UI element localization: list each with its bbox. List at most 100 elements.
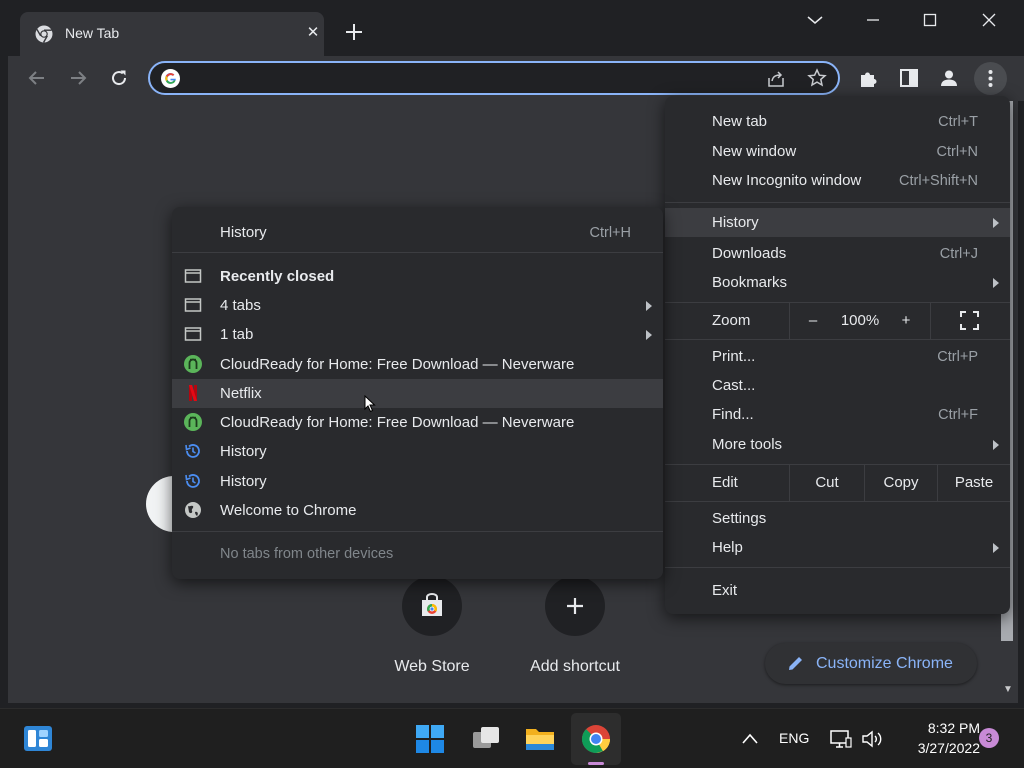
shortcut-web-store[interactable]: Web Store: [372, 576, 492, 686]
fullscreen-icon[interactable]: [960, 311, 979, 330]
menu-item-help[interactable]: Help: [665, 533, 1010, 562]
volume-icon[interactable]: [860, 728, 884, 750]
share-icon[interactable]: [766, 69, 786, 89]
recently-closed-item[interactable]: History: [172, 467, 663, 496]
menu-item-label: History: [220, 473, 267, 490]
add-shortcut-tile: [545, 576, 605, 636]
tab-new-tab[interactable]: New Tab ✕: [20, 12, 324, 56]
menu-item-cast[interactable]: Cast...: [665, 371, 1010, 400]
menu-item-shortcut: Ctrl+N: [936, 144, 979, 160]
history-icon: [185, 444, 200, 458]
zoom-out-button[interactable]: –: [790, 302, 836, 339]
chrome-main-menu: New tab Ctrl+T New window Ctrl+N New Inc…: [665, 96, 1010, 614]
language-indicator[interactable]: ENG: [779, 730, 809, 746]
menu-item-label: 4 tabs: [220, 297, 261, 314]
menu-item-find[interactable]: Find... Ctrl+F: [665, 400, 1010, 429]
menu-item-label: History: [712, 214, 759, 231]
menu-item-label: New tab: [712, 113, 768, 130]
menu-separator: [172, 531, 663, 532]
recently-closed-label: Recently closed: [220, 268, 335, 285]
recently-closed-item[interactable]: CloudReady for Home: Free Download — Nev…: [172, 350, 663, 379]
widgets-icon[interactable]: [21, 722, 55, 756]
network-icon[interactable]: [829, 728, 853, 750]
menu-item-settings[interactable]: Settings: [665, 504, 1010, 533]
menu-item-label: History: [220, 443, 267, 460]
cut-button[interactable]: Cut: [790, 464, 864, 501]
menu-item-print[interactable]: Print... Ctrl+P: [665, 342, 1010, 371]
tab-strip: New Tab ✕: [8, 0, 1024, 56]
menu-item-label: New Incognito window: [712, 172, 862, 189]
recently-closed-item[interactable]: 1 tab: [172, 320, 663, 349]
menu-item-history[interactable]: History: [665, 208, 1010, 237]
recently-closed-item[interactable]: History: [172, 437, 663, 466]
zoom-in-button[interactable]: +: [884, 302, 928, 339]
minimize-icon[interactable]: [853, 8, 893, 32]
submenu-arrow-icon: [993, 543, 999, 553]
menu-separator: [665, 202, 1010, 203]
menu-item-label: Help: [712, 539, 743, 556]
new-tab-plus-icon[interactable]: [343, 21, 365, 43]
extensions-puzzle-icon[interactable]: [857, 66, 881, 90]
back-icon[interactable]: [25, 66, 49, 90]
screen: New Tab ✕ ▼ Web Store Add shortcut Custo…: [0, 0, 1024, 768]
mouse-cursor-icon: [364, 395, 376, 413]
menu-item-more-tools[interactable]: More tools: [665, 430, 1010, 459]
task-view-icon[interactable]: [469, 722, 503, 756]
plus-icon: [567, 598, 583, 614]
address-bar[interactable]: [148, 61, 840, 95]
clock-time[interactable]: 8:32 PM: [890, 720, 980, 736]
menu-separator: [172, 252, 663, 253]
recently-closed-item[interactable]: Netflix: [172, 379, 663, 408]
menu-item-bookmarks[interactable]: Bookmarks: [665, 268, 1010, 297]
chevron-up-icon[interactable]: [740, 730, 760, 748]
reload-icon[interactable]: [107, 66, 131, 90]
google-g-icon: [161, 69, 180, 88]
notification-badge[interactable]: 3: [979, 728, 999, 748]
menu-item-label: Downloads: [712, 245, 787, 262]
scroll-down-arrow-icon[interactable]: ▼: [1003, 685, 1013, 695]
paste-button[interactable]: Paste: [938, 464, 1010, 501]
clock-date[interactable]: 3/27/2022: [890, 740, 980, 756]
shortcut-label: Add shortcut: [530, 658, 620, 675]
taskbar-chrome-icon[interactable]: [579, 722, 613, 756]
file-explorer-icon[interactable]: [523, 722, 557, 756]
menu-item-label: 1 tab: [220, 326, 254, 343]
menu-item-exit[interactable]: Exit: [665, 576, 1010, 605]
forward-icon[interactable]: [66, 66, 90, 90]
menu-item-new-window[interactable]: New window Ctrl+N: [665, 137, 1010, 166]
window-icon: [184, 269, 202, 283]
customize-chrome-button[interactable]: Customize Chrome: [765, 643, 977, 684]
menu-item-new-tab[interactable]: New tab Ctrl+T: [665, 107, 1010, 136]
window-icon: [184, 327, 202, 341]
no-other-devices-note: No tabs from other devices: [172, 539, 663, 568]
profile-avatar-icon[interactable]: [937, 66, 961, 90]
menu-item-downloads[interactable]: Downloads Ctrl+J: [665, 239, 1010, 268]
toolbar: [8, 56, 1024, 101]
close-window-icon[interactable]: [969, 8, 1009, 32]
three-dots-icon: [988, 70, 993, 87]
tab-title: New Tab: [65, 25, 120, 41]
chrome-menu-button[interactable]: [974, 62, 1007, 95]
neverware-icon: [184, 413, 202, 431]
maximize-icon[interactable]: [910, 8, 950, 32]
recently-closed-item[interactable]: Welcome to Chrome: [172, 496, 663, 525]
recently-closed-item[interactable]: 4 tabs: [172, 291, 663, 320]
address-input[interactable]: [190, 68, 750, 88]
windows-start-icon[interactable]: [413, 722, 447, 756]
shortcut-add[interactable]: Add shortcut: [515, 576, 635, 686]
menu-item-label: New window: [712, 143, 797, 160]
history-menu-item-history[interactable]: History Ctrl+H: [172, 218, 663, 247]
history-submenu: History Ctrl+H Recently closed 4 tabs 1 …: [172, 207, 663, 579]
menu-item-new-incognito-window[interactable]: New Incognito window Ctrl+Shift+N: [665, 166, 1010, 195]
copy-button[interactable]: Copy: [865, 464, 937, 501]
tab-search-chevron-icon[interactable]: [795, 8, 835, 32]
menu-item-shortcut: Ctrl+Shift+N: [899, 173, 978, 189]
submenu-arrow-icon: [646, 301, 652, 311]
side-panel-icon[interactable]: [897, 66, 921, 90]
menu-item-label: CloudReady for Home: Free Download — Nev…: [220, 414, 575, 431]
bookmark-star-icon[interactable]: [807, 68, 827, 88]
menu-item-label: Print...: [712, 348, 756, 365]
tab-close-icon[interactable]: ✕: [304, 24, 322, 42]
recently-closed-item[interactable]: CloudReady for Home: Free Download — Nev…: [172, 408, 663, 437]
menu-item-label: History: [220, 224, 267, 241]
